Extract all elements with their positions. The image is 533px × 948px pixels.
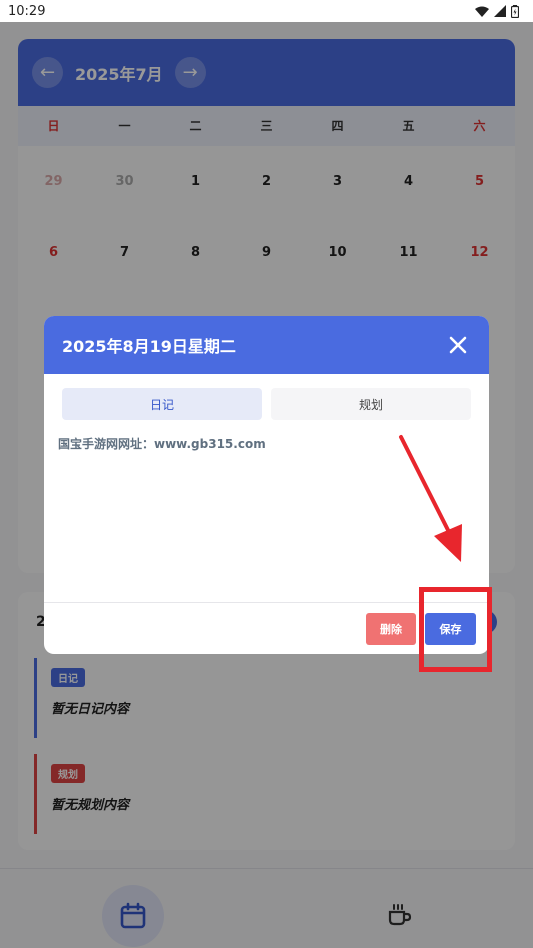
battery-icon — [511, 4, 519, 18]
tab-diary[interactable]: 日记 — [62, 388, 262, 420]
close-icon — [449, 336, 467, 354]
status-time: 10:29 — [8, 3, 46, 19]
dialog-title: 2025年8月19日星期二 — [62, 337, 236, 356]
dialog-tabs: 日记 规划 — [62, 388, 471, 420]
save-button[interactable]: 保存 — [425, 613, 476, 645]
wifi-icon — [475, 6, 489, 17]
entry-dialog: 2025年8月19日星期二 日记 规划 国宝手游网网址：www.gb315.co… — [44, 316, 489, 654]
tab-plan[interactable]: 规划 — [271, 388, 471, 420]
delete-button[interactable]: 删除 — [366, 613, 416, 645]
dialog-header: 2025年8月19日星期二 — [44, 316, 489, 374]
status-bar: 10:29 — [0, 0, 533, 22]
signal-icon — [494, 5, 506, 17]
dialog-footer: 删除 保存 — [44, 602, 489, 654]
close-button[interactable] — [445, 332, 471, 358]
status-icons — [475, 4, 519, 18]
diary-content-text[interactable]: 国宝手游网网址：www.gb315.com — [58, 435, 266, 452]
